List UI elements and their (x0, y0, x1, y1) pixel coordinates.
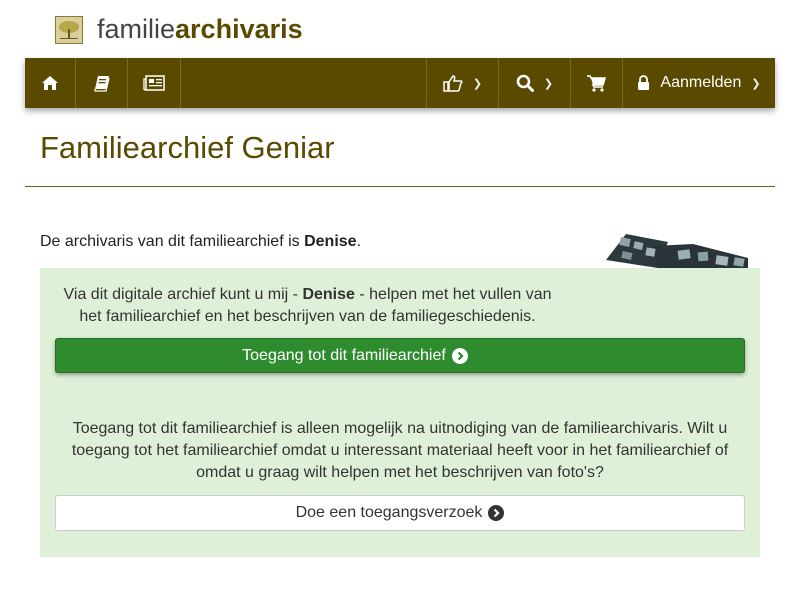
nav-search-dropdown[interactable]: ❯ (499, 58, 571, 108)
nav-news[interactable] (128, 58, 181, 108)
help-text-name: Denise (302, 286, 355, 303)
book-icon (93, 75, 110, 92)
logo-icon[interactable] (55, 16, 83, 44)
brand-light: familie (97, 14, 176, 44)
chevron-down-icon: ❯ (543, 77, 554, 90)
intro-prefix: De archivaris van dit familiearchief is (40, 233, 305, 250)
brand-bold: archivaris (175, 14, 303, 44)
nav-login-dropdown[interactable]: Aanmelden ❯ (623, 58, 775, 108)
help-text-prefix: Via dit digitale archief kunt u mij - (63, 286, 303, 303)
main-navbar: ❯ ❯ Aanmelden ❯ (25, 58, 775, 108)
help-text: Via dit digitale archief kunt u mij - De… (55, 284, 560, 328)
login-label: Aanmelden (660, 74, 742, 91)
brand-name[interactable]: familiearchivaris (97, 13, 303, 45)
chevron-circle-right-icon (451, 347, 468, 364)
access-request-button[interactable]: Doe een toegangsverzoek (55, 495, 745, 531)
newspaper-icon (143, 75, 165, 91)
search-icon (516, 74, 534, 92)
chevron-circle-right-icon (488, 505, 505, 521)
home-icon (42, 76, 58, 90)
cart-icon (587, 74, 606, 92)
thumbs-up-icon (443, 74, 463, 92)
archivist-intro: De archivaris van dit familiearchief is … (40, 233, 361, 251)
photo-album-image (598, 228, 758, 268)
chevron-down-icon: ❯ (751, 77, 761, 90)
access-archive-label: Toegang tot dit familiearchief (242, 346, 446, 364)
chevron-down-icon: ❯ (472, 77, 483, 90)
nav-participate-dropdown[interactable]: ❯ (426, 58, 499, 108)
page-title: Familiearchief Geniar (40, 130, 335, 165)
nav-cart[interactable] (571, 58, 623, 108)
divider (25, 186, 775, 187)
intro-suffix: . (356, 233, 362, 250)
header: familiearchivaris (0, 0, 800, 58)
lock-icon (638, 75, 650, 90)
nav-home[interactable] (25, 58, 76, 108)
nav-books[interactable] (76, 58, 128, 108)
access-archive-button[interactable]: Toegang tot dit familiearchief (55, 338, 745, 373)
access-info-text: Toegang tot dit familiearchief is alleen… (71, 420, 729, 481)
access-request-label: Doe een toegangsverzoek (295, 504, 483, 521)
archivist-name: Denise (304, 233, 357, 250)
